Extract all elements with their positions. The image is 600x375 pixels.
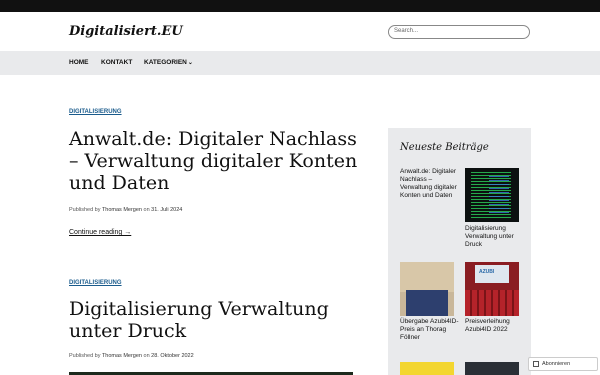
post-meta: Published by Thomas Mergen on 28. Oktobe… (69, 353, 194, 359)
auditorium-seats-image (465, 290, 519, 316)
search-input[interactable]: Search... (388, 25, 530, 39)
post-title[interactable]: Digitalisierung Verwaltung unter Druck (69, 298, 369, 342)
post-author-link[interactable]: Thomas Mergen (102, 353, 142, 359)
code-screen-image-overlay (489, 176, 509, 214)
follow-button[interactable]: Abonnieren (528, 357, 598, 371)
main-navigation: HOME KONTAKT KATEGORIEN⌄ (0, 51, 600, 75)
nav-kontakt[interactable]: KONTAKT (101, 59, 132, 66)
recent-post-link[interactable]: Übergabe Azubi4ID-Preis an Thorag Föllne… (400, 318, 462, 342)
meta-on: on (143, 207, 150, 213)
post-title[interactable]: Anwalt.de: Digitaler Nachlass – Verwaltu… (69, 128, 369, 194)
recent-post-link[interactable]: Digitalisierung Verwaltung unter Druck (465, 225, 527, 249)
post-category-link[interactable]: DIGITALISIERUNG (69, 280, 122, 286)
recent-post-link[interactable]: Preisverleihung Azubi4ID 2022 (465, 318, 527, 334)
chevron-down-icon: ⌄ (187, 60, 193, 66)
meta-prefix: Published by (69, 207, 101, 213)
recent-post-thumbnail[interactable] (465, 168, 519, 222)
post-date-link[interactable]: 31. Juli 2024 (151, 207, 182, 213)
building-image (400, 262, 454, 292)
recent-post-thumbnail[interactable]: AZUBI (465, 262, 519, 316)
post-meta: Published by Thomas Mergen on 31. Juli 2… (69, 207, 182, 213)
site-title[interactable]: Digitalisiert.EU (69, 24, 183, 39)
post-category-link[interactable]: DIGITALISIERUNG (69, 109, 122, 115)
continue-reading-link[interactable]: Continue reading → (69, 229, 131, 236)
recent-post-link[interactable]: Anwalt.de: Digitaler Nachlass – Verwaltu… (400, 168, 462, 200)
nav-kategorien[interactable]: KATEGORIEN⌄ (144, 59, 193, 66)
widget-title: Neueste Beiträge (400, 142, 489, 153)
admin-bar (0, 0, 600, 12)
group-photo-image (406, 290, 448, 316)
meta-on: on (143, 353, 150, 359)
recent-post-thumbnail[interactable] (400, 262, 454, 316)
follow-icon (533, 361, 539, 367)
nav-kategorien-label: KATEGORIEN (144, 59, 187, 66)
nav-home[interactable]: HOME (69, 59, 89, 66)
screen-logo-text: AZUBI (479, 269, 495, 275)
post-date-link[interactable]: 28. Oktober 2022 (151, 353, 194, 359)
meta-prefix: Published by (69, 353, 101, 359)
post-author-link[interactable]: Thomas Mergen (102, 207, 142, 213)
follow-label: Abonnieren (542, 361, 571, 367)
recent-post-thumbnail[interactable] (465, 362, 519, 375)
recent-post-thumbnail[interactable] (400, 362, 454, 375)
